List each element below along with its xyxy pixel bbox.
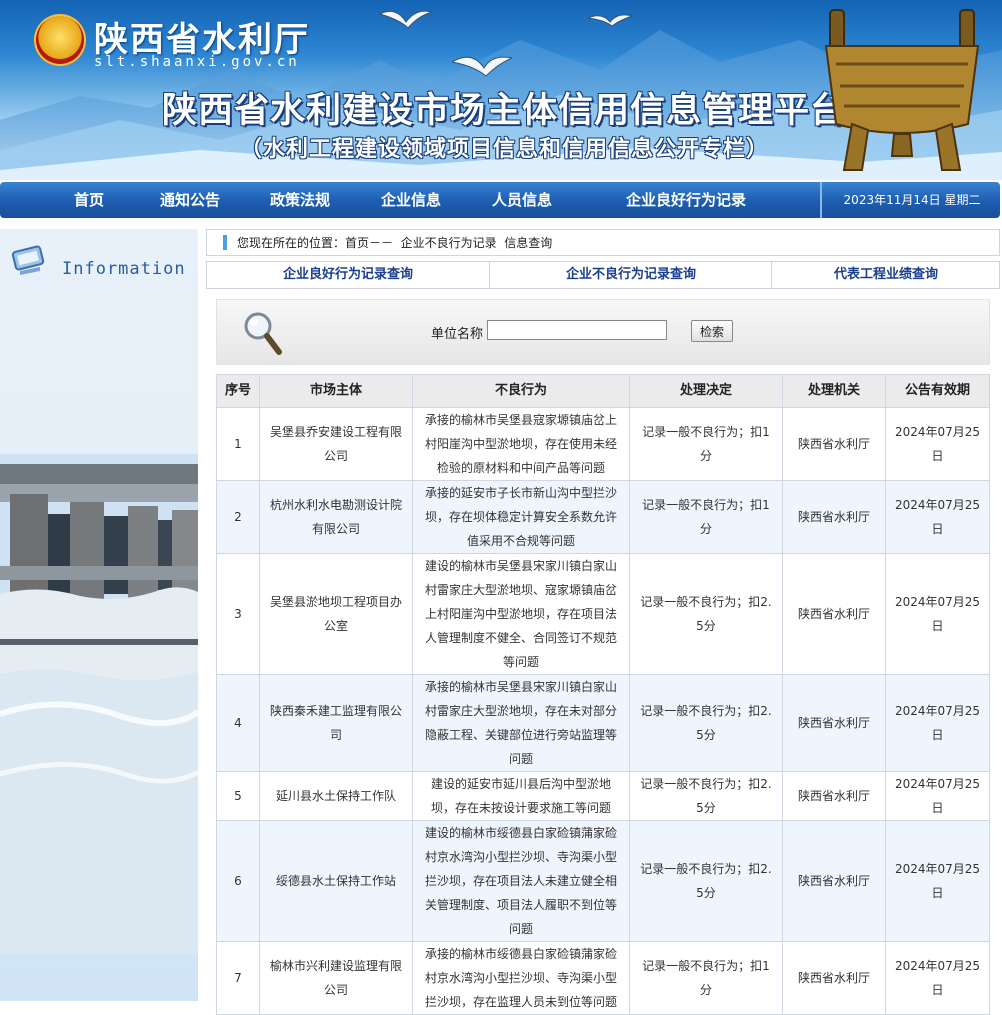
row-validity: 2024年07月25日 [885, 553, 990, 675]
table-row: 2 杭州水利水电勘测设计院有限公司 承接的延安市子长市新山沟中型拦沙坝，存在坝体… [216, 480, 990, 554]
row-subject: 延川县水土保持工作队 [259, 771, 413, 821]
row-decision: 记录一般不良行为；扣2.5分 [629, 820, 783, 942]
table-row: 5 延川县水土保持工作队 建设的延安市延川县后沟中型淤地坝，存在未按设计要求施工… [216, 771, 990, 821]
row-behavior: 建设的榆林市绥德县白家硷镇蒲家硷村京水湾沟小型拦沙坝、寺沟渠小型拦沙坝，存在项目… [412, 820, 630, 942]
row-authority: 陕西省水利厅 [782, 820, 886, 942]
header-banner: 陕西省水利厅 slt.shaanxi.gov.cn 陕西省水利建设市场主体信用信… [0, 0, 1002, 180]
row-authority: 陕西省水利厅 [782, 771, 886, 821]
row-validity: 2024年07月25日 [885, 820, 990, 942]
row-decision: 记录一般不良行为；扣1分 [629, 480, 783, 554]
row-validity: 2024年07月25日 [885, 771, 990, 821]
sidebar-info-label: Information [62, 259, 186, 279]
nav-item-notices[interactable]: 通知公告 [160, 182, 220, 218]
row-authority: 陕西省水利厅 [782, 553, 886, 675]
row-subject: 绥德县水土保持工作站 [259, 820, 413, 942]
row-validity: 2024年07月25日 [885, 941, 990, 1015]
row-behavior: 承接的榆林市吴堡县宋家川镇白家山村雷家庄大型淤地坝，存在未对部分隐蔽工程、关键部… [412, 674, 630, 772]
header-subject: 市场主体 [259, 374, 413, 408]
main-nav: 首页 通知公告 政策法规 企业信息 人员信息 企业良好行为记录 2023年11月… [0, 182, 1000, 218]
row-subject: 榆林市兴利建设监理有限公司 [259, 941, 413, 1015]
nav-item-enterprises[interactable]: 企业信息 [381, 182, 441, 218]
national-emblem-icon [34, 14, 86, 66]
table-row: 6 绥德县水土保持工作站 建设的榆林市绥德县白家硷镇蒲家硷村京水湾沟小型拦沙坝、… [216, 820, 990, 942]
nav-item-good-records[interactable]: 企业良好行为记录 [626, 182, 746, 218]
row-validity: 2024年07月25日 [885, 674, 990, 772]
row-behavior: 建设的榆林市吴堡县宋家川镇白家山村雷家庄大型淤地坝、寇家塬镇庙岔上村阳崖沟中型淤… [412, 553, 630, 675]
row-validity: 2024年07月25日 [885, 480, 990, 554]
row-behavior: 承接的榆林市吴堡县寇家塬镇庙岔上村阳崖沟中型淤地坝，存在使用未经检验的原材料和中… [412, 407, 630, 481]
company-name-label: 单位名称 [431, 327, 484, 342]
row-index: 6 [216, 820, 260, 942]
table-row: 1 吴堡县乔安建设工程有限公司 承接的榆林市吴堡县寇家塬镇庙岔上村阳崖沟中型淤地… [216, 407, 990, 481]
records-table-wrapper: 序号 市场主体 不良行为 处理决定 处理机关 公告有效期 1 吴堡县乔安建设工程… [216, 374, 990, 1015]
row-index: 4 [216, 674, 260, 772]
tab-bad-records[interactable]: 企业不良行为记录查询 [489, 262, 772, 288]
header-behavior: 不良行为 [412, 374, 630, 408]
row-index: 1 [216, 407, 260, 481]
row-decision: 记录一般不良行为；扣2.5分 [629, 771, 783, 821]
monitor-icon [11, 245, 45, 275]
row-authority: 陕西省水利厅 [782, 407, 886, 481]
left-sidebar: Information [0, 229, 198, 1001]
breadcrumb: 您现在所在的位置：首页－－ 企业不良行为记录 信息查询 [206, 229, 1000, 256]
magnifier-icon [244, 312, 282, 355]
nav-item-policies[interactable]: 政策法规 [270, 182, 330, 218]
company-name-input[interactable] [487, 320, 667, 340]
search-button[interactable]: 检索 [691, 320, 733, 342]
platform-title: 陕西省水利建设市场主体信用信息管理平台 [162, 90, 847, 131]
row-decision: 记录一般不良行为；扣2.5分 [629, 553, 783, 675]
row-subject: 吴堡县乔安建设工程有限公司 [259, 407, 413, 481]
crane-icon [588, 14, 632, 27]
row-authority: 陕西省水利厅 [782, 941, 886, 1015]
header-validity: 公告有效期 [885, 374, 990, 408]
row-subject: 杭州水利水电勘测设计院有限公司 [259, 480, 413, 554]
row-decision: 记录一般不良行为；扣1分 [629, 407, 783, 481]
row-decision: 记录一般不良行为；扣1分 [629, 941, 783, 1015]
row-authority: 陕西省水利厅 [782, 674, 886, 772]
row-behavior: 承接的延安市子长市新山沟中型拦沙坝，存在坝体稳定计算安全系数允许值采用不合规等问… [412, 480, 630, 554]
search-panel: 单位名称 检索 [216, 299, 990, 365]
bronze-ding-icon [824, 9, 980, 171]
dam-illustration [0, 454, 198, 954]
crane-icon [378, 10, 434, 29]
platform-subtitle: （水利工程建设领域项目信息和信用信息公开专栏） [240, 136, 770, 162]
row-behavior: 承接的榆林市绥德县白家硷镇蒲家硷村京水湾沟小型拦沙坝、寺沟渠小型拦沙坝，存在监理… [412, 941, 630, 1015]
site-domain: slt.shaanxi.gov.cn [94, 54, 300, 70]
row-index: 5 [216, 771, 260, 821]
bad-records-table: 序号 市场主体 不良行为 处理决定 处理机关 公告有效期 1 吴堡县乔安建设工程… [216, 374, 990, 1015]
current-date: 2023年11月14日 星期二 [820, 182, 1002, 218]
header-decision: 处理决定 [629, 374, 783, 408]
header-authority: 处理机关 [782, 374, 886, 408]
query-tabs: 企业良好行为记录查询 企业不良行为记录查询 代表工程业绩查询 [206, 261, 1000, 289]
row-behavior: 建设的延安市延川县后沟中型淤地坝，存在未按设计要求施工等问题 [412, 771, 630, 821]
row-index: 7 [216, 941, 260, 1015]
row-subject: 吴堡县淤地坝工程项目办公室 [259, 553, 413, 675]
row-index: 3 [216, 553, 260, 675]
breadcrumb-marker [223, 235, 227, 250]
row-validity: 2024年07月25日 [885, 407, 990, 481]
table-row: 4 陕西秦禾建工监理有限公司 承接的榆林市吴堡县宋家川镇白家山村雷家庄大型淤地坝… [216, 674, 990, 772]
nav-item-home[interactable]: 首页 [74, 182, 104, 218]
tab-good-records[interactable]: 企业良好行为记录查询 [207, 262, 489, 288]
tab-project-performance[interactable]: 代表工程业绩查询 [771, 262, 1000, 288]
header-index: 序号 [216, 374, 260, 408]
breadcrumb-text[interactable]: 您现在所在的位置：首页－－ 企业不良行为记录 信息查询 [237, 234, 552, 251]
crane-icon [452, 56, 512, 77]
table-row: 3 吴堡县淤地坝工程项目办公室 建设的榆林市吴堡县宋家川镇白家山村雷家庄大型淤地… [216, 553, 990, 675]
table-header-row: 序号 市场主体 不良行为 处理决定 处理机关 公告有效期 [216, 374, 990, 408]
main-content: 您现在所在的位置：首页－－ 企业不良行为记录 信息查询 企业良好行为记录查询 企… [206, 229, 1000, 1015]
row-authority: 陕西省水利厅 [782, 480, 886, 554]
nav-item-personnel[interactable]: 人员信息 [492, 182, 552, 218]
row-decision: 记录一般不良行为；扣2.5分 [629, 674, 783, 772]
row-index: 2 [216, 480, 260, 554]
table-row: 7 榆林市兴利建设监理有限公司 承接的榆林市绥德县白家硷镇蒲家硷村京水湾沟小型拦… [216, 941, 990, 1015]
row-subject: 陕西秦禾建工监理有限公司 [259, 674, 413, 772]
